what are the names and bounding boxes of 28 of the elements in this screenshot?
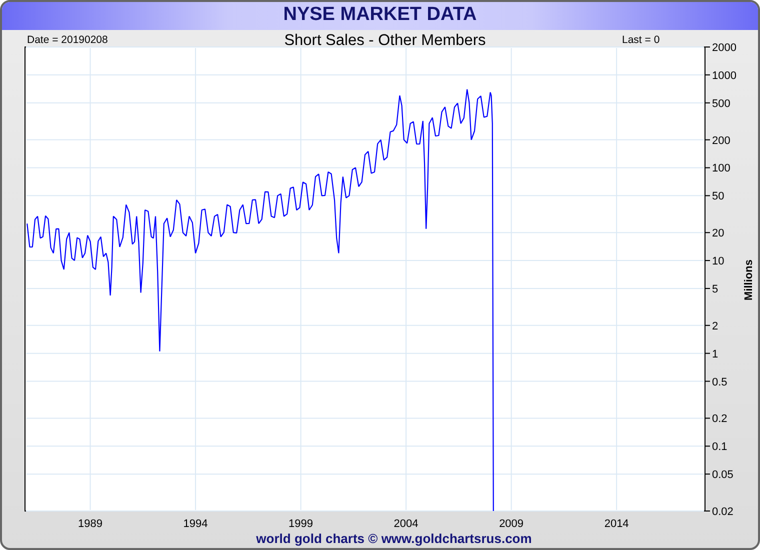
axis-label: 1999 xyxy=(288,518,314,530)
axis-label: 2 xyxy=(712,320,718,332)
axis-title: Millions xyxy=(743,260,755,300)
credit-text: world gold charts © www.goldchartsrus.com xyxy=(256,531,532,546)
axis-label: 1994 xyxy=(183,518,208,530)
axis-label: 1989 xyxy=(78,518,102,530)
axis-label: 1000 xyxy=(712,70,736,82)
axis-label: 50 xyxy=(712,190,724,203)
chart-title: Short Sales - Other Members xyxy=(284,32,486,49)
axis-label: 20 xyxy=(712,228,724,240)
axis-label: 0.5 xyxy=(712,376,728,388)
axis-label: 2014 xyxy=(604,518,629,530)
axis-label: 1 xyxy=(712,348,718,360)
axis-label: 0.1 xyxy=(712,441,728,454)
axis-label: 5 xyxy=(712,283,718,296)
axis-label: 2004 xyxy=(394,518,418,530)
last-value-label: Last = 0 xyxy=(622,34,660,46)
axis-label: 200 xyxy=(712,134,730,147)
date-label: Date = 20190208 xyxy=(27,34,108,46)
window-title: NYSE MARKET DATA xyxy=(283,3,477,27)
axis-label: 2009 xyxy=(499,518,524,530)
axis-label: 0.2 xyxy=(712,413,728,426)
axis-label: 100 xyxy=(712,162,730,175)
axis-label: 0.02 xyxy=(712,506,734,518)
axis-label: 2000 xyxy=(712,42,736,54)
axis-label: 500 xyxy=(712,98,730,110)
axis-label: 0.05 xyxy=(712,469,734,482)
axis-label: 10 xyxy=(712,256,724,268)
